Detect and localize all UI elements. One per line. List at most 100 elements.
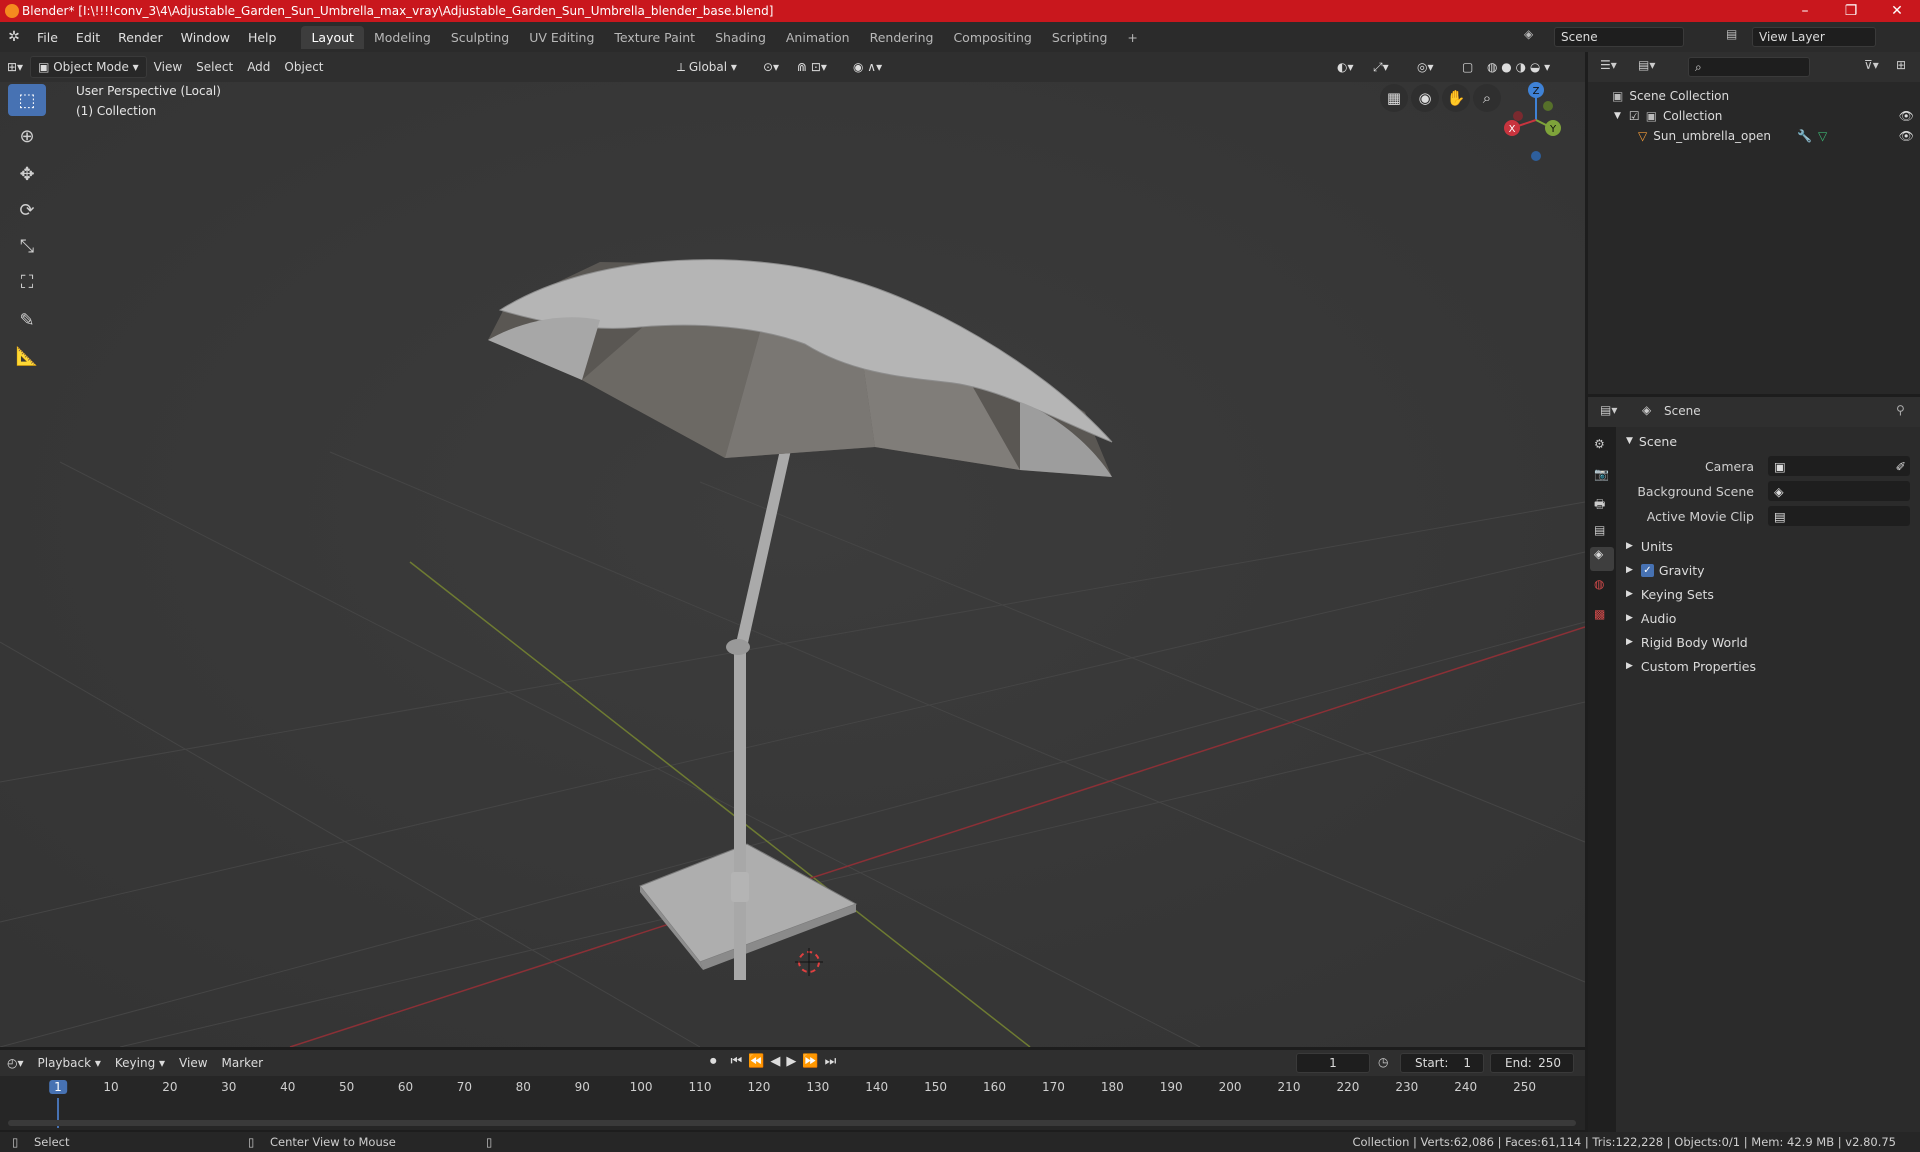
keying-sets-panel[interactable]: ▶ Keying Sets: [1616, 582, 1920, 606]
timeline-menu-playback[interactable]: Playback ▾: [31, 1053, 108, 1073]
next-keyframe-icon[interactable]: ⏩: [802, 1054, 818, 1069]
render-tab-icon[interactable]: 📷: [1594, 467, 1609, 481]
menu-help[interactable]: Help: [239, 30, 286, 45]
timeline-editor-type-icon[interactable]: ◴▾: [0, 1053, 31, 1073]
menu-window[interactable]: Window: [172, 30, 239, 45]
start-frame-field[interactable]: Start: 1: [1400, 1053, 1484, 1073]
new-collection-icon[interactable]: ⊞: [1896, 58, 1906, 72]
measure-tool-icon[interactable]: 📐: [8, 340, 46, 372]
clock-icon[interactable]: ◷: [1378, 1055, 1388, 1069]
tab-scripting[interactable]: Scripting: [1042, 26, 1118, 49]
tab-uv-editing[interactable]: UV Editing: [519, 26, 604, 49]
prev-keyframe-icon[interactable]: ⏪: [748, 1054, 764, 1069]
outliner-object-row[interactable]: ▽ Sun_umbrella_open 🔧 ▽ 👁: [1638, 126, 1914, 146]
grid-view-icon[interactable]: ▦: [1380, 84, 1408, 112]
tab-compositing[interactable]: Compositing: [943, 26, 1041, 49]
end-frame-field[interactable]: End: 250: [1490, 1053, 1574, 1073]
jump-end-icon[interactable]: ⏭: [825, 1054, 837, 1069]
visibility-icon[interactable]: ◐▾: [1330, 57, 1361, 77]
timeline-area[interactable]: 1 10 20 30 40 50 60 70 80 90 100 110 120 130 140 150 160…: [0, 1076, 1585, 1130]
xray-icon[interactable]: ▢: [1455, 57, 1480, 77]
outliner-scene-collection[interactable]: ▣ Scene Collection: [1612, 86, 1729, 106]
viewport-menu-select[interactable]: Select: [189, 57, 240, 77]
editor-type-icon[interactable]: ⊞▾: [0, 57, 30, 77]
eyedropper-icon[interactable]: ✐: [1896, 459, 1906, 474]
menu-edit[interactable]: Edit: [67, 30, 109, 45]
tab-texture-paint[interactable]: Texture Paint: [604, 26, 705, 49]
rigid-body-world-panel[interactable]: ▶ Rigid Body World: [1616, 630, 1920, 654]
timeline-menu-keying[interactable]: Keying ▾: [108, 1053, 172, 1073]
proportional-edit-icon[interactable]: ◉ ∧▾: [846, 57, 889, 77]
pivot-icon[interactable]: ⊙▾: [756, 57, 786, 77]
tab-modeling[interactable]: Modeling: [364, 26, 441, 49]
timeline-menu-marker[interactable]: Marker: [215, 1053, 270, 1073]
expand-arrow-icon[interactable]: ▼: [1614, 111, 1621, 121]
jump-start-icon[interactable]: ⏮: [731, 1054, 743, 1069]
visibility-eye-icon[interactable]: 👁: [1899, 129, 1914, 143]
tab-layout[interactable]: Layout: [301, 25, 364, 49]
snap-icon[interactable]: ⋒ ⊡▾: [790, 57, 834, 77]
timeline-scrollbar[interactable]: [8, 1120, 1576, 1126]
pan-hand-icon[interactable]: ✋: [1442, 84, 1470, 112]
world-tab-icon[interactable]: ◍: [1594, 577, 1604, 591]
scene-tab-icon[interactable]: ◈: [1590, 547, 1614, 571]
overlays-icon[interactable]: ◎▾: [1410, 57, 1441, 77]
gravity-checkbox[interactable]: ✓: [1640, 563, 1654, 577]
outliner-collection-row[interactable]: ▼ ☑ ▣ Collection 👁: [1614, 106, 1914, 126]
navigation-gizmo[interactable]: Z X Y: [1496, 82, 1576, 168]
current-frame-field[interactable]: 1: [1296, 1053, 1370, 1073]
texture-tab-icon[interactable]: ▩: [1594, 607, 1605, 621]
scene-panel-header[interactable]: ▼ Scene: [1616, 429, 1920, 453]
active-movie-clip-field[interactable]: ▤: [1768, 506, 1910, 526]
filter-icon[interactable]: ⊽▾: [1864, 58, 1879, 72]
camera-field[interactable]: ▣ ✐: [1768, 456, 1910, 476]
select-box-tool-icon[interactable]: ⬚: [8, 84, 46, 116]
minimize-button[interactable]: –: [1782, 0, 1828, 22]
transform-tool-icon[interactable]: ⛶: [8, 266, 46, 298]
mode-selector[interactable]: ▣ Object Mode ▾: [30, 56, 147, 78]
annotate-tool-icon[interactable]: ✎: [8, 304, 46, 336]
menu-render[interactable]: Render: [109, 30, 172, 45]
blender-menu-icon[interactable]: ✲: [0, 29, 28, 45]
cursor-tool-icon[interactable]: ⊕: [8, 120, 46, 152]
viewport-menu-object[interactable]: Object: [277, 57, 330, 77]
play-reverse-icon[interactable]: ◀: [770, 1054, 780, 1069]
modifier-wrench-icon[interactable]: 🔧: [1797, 129, 1812, 143]
viewport-menu-view[interactable]: View: [147, 57, 189, 77]
scene-selector[interactable]: Scene: [1554, 27, 1684, 47]
3d-viewport[interactable]: User Perspective (Local) (1) Collection …: [0, 82, 1585, 1047]
tab-rendering[interactable]: Rendering: [860, 26, 944, 49]
custom-properties-panel[interactable]: ▶ Custom Properties: [1616, 654, 1920, 678]
tab-sculpting[interactable]: Sculpting: [441, 26, 519, 49]
tab-shading[interactable]: Shading: [705, 26, 776, 49]
properties-editor-type-icon[interactable]: ▤▾: [1600, 403, 1617, 417]
scale-tool-icon[interactable]: ⤡: [8, 230, 46, 262]
checkbox-icon[interactable]: ☑: [1629, 109, 1640, 123]
move-tool-icon[interactable]: ✥: [8, 158, 46, 190]
close-button[interactable]: ✕: [1874, 0, 1920, 22]
frame-ruler[interactable]: 1 10 20 30 40 50 60 70 80 90 100 110 120 130 140 150 160…: [0, 1076, 1585, 1098]
tab-animation[interactable]: Animation: [776, 26, 860, 49]
outliner-search-input[interactable]: ⌕: [1688, 57, 1810, 77]
gravity-panel[interactable]: ▶ ✓ Gravity: [1616, 558, 1920, 582]
visibility-eye-icon[interactable]: 👁: [1899, 109, 1914, 123]
camera-view-icon[interactable]: ◉: [1411, 84, 1439, 112]
pin-icon[interactable]: ⚲: [1896, 403, 1905, 417]
rotate-tool-icon[interactable]: ⟳: [8, 194, 46, 226]
gizmo-toggle-icon[interactable]: ⤢▾: [1366, 57, 1396, 78]
timeline-menu-view[interactable]: View: [172, 1053, 214, 1073]
menu-file[interactable]: File: [28, 30, 67, 45]
record-icon[interactable]: ⏺: [710, 1054, 717, 1069]
viewport-menu-add[interactable]: Add: [240, 57, 277, 77]
play-icon[interactable]: ▶: [786, 1054, 796, 1069]
view-layer-selector[interactable]: View Layer: [1752, 27, 1876, 47]
add-workspace-button[interactable]: +: [1117, 26, 1147, 49]
tool-tab-icon[interactable]: ⚙: [1594, 437, 1605, 451]
shading-modes-icon[interactable]: ◍ ● ◑ ◒ ▾: [1480, 57, 1557, 77]
display-mode-icon[interactable]: ▤▾: [1638, 58, 1655, 72]
maximize-button[interactable]: ❐: [1828, 0, 1874, 22]
view-layer-tab-icon[interactable]: ▤: [1594, 523, 1605, 537]
outliner-editor-type-icon[interactable]: ☰▾: [1600, 58, 1617, 72]
audio-panel[interactable]: ▶ Audio: [1616, 606, 1920, 630]
output-tab-icon[interactable]: 🖶: [1594, 495, 1605, 516]
